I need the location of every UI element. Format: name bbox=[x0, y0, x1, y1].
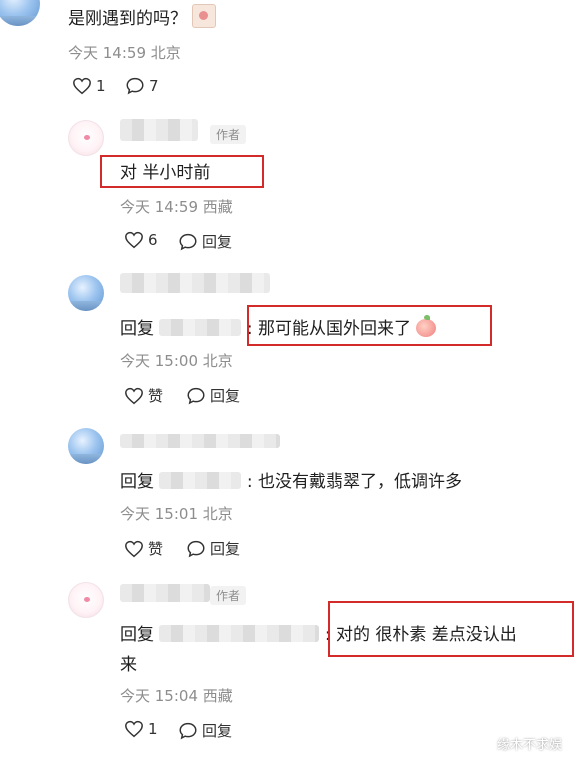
reply-label: 回复 bbox=[202, 722, 233, 740]
speech-bubble-icon bbox=[187, 387, 205, 404]
comment-time: 今天 15:00 北京 bbox=[120, 352, 233, 370]
reply-button[interactable]: 回复 bbox=[186, 385, 240, 406]
comment-text: 是刚遇到的吗？ bbox=[68, 4, 217, 29]
reply-prefix: 回复 bbox=[120, 319, 154, 339]
comment-text-content: 是刚遇到的吗？ bbox=[68, 9, 187, 29]
watermark: 缘木不求娱 bbox=[496, 738, 562, 753]
like-count: 6 bbox=[148, 231, 158, 249]
like-button[interactable]: 赞 bbox=[124, 538, 163, 559]
comment-time: 今天 15:01 北京 bbox=[120, 505, 233, 523]
like-label: 赞 bbox=[148, 540, 164, 558]
emoji-sticker-icon bbox=[192, 4, 217, 28]
highlight-box bbox=[100, 155, 264, 188]
author-badge: 作者 bbox=[210, 586, 247, 605]
replied-username-blurred[interactable] bbox=[159, 472, 242, 489]
speech-bubble-icon bbox=[179, 722, 197, 739]
like-count: 1 bbox=[148, 720, 158, 738]
speech-bubble-icon bbox=[179, 233, 197, 250]
avatar[interactable] bbox=[0, 0, 40, 26]
reply-prefix: 回复 bbox=[120, 625, 154, 645]
heart-outline-icon bbox=[125, 387, 143, 404]
username-blurred[interactable] bbox=[120, 434, 280, 448]
heart-outline-icon bbox=[125, 720, 143, 738]
replied-username-blurred[interactable] bbox=[159, 319, 242, 336]
comment-text-line-2: 来 bbox=[120, 655, 137, 675]
like-button[interactable]: 1 bbox=[124, 720, 158, 738]
comment-text-content: 也没有戴翡翠了，低调许多 bbox=[257, 472, 462, 492]
username-blurred[interactable] bbox=[120, 584, 210, 602]
reply-button[interactable]: 7 bbox=[125, 77, 159, 95]
author-badge: 作者 bbox=[210, 125, 247, 144]
comment-time: 今天 15:04 西藏 bbox=[120, 687, 233, 705]
reply-label: 回复 bbox=[210, 387, 241, 405]
speech-bubble-icon bbox=[126, 77, 144, 95]
username-blurred[interactable] bbox=[120, 273, 270, 293]
avatar[interactable] bbox=[68, 120, 104, 156]
comment-text: 回复 : 也没有戴翡翠了，低调许多 bbox=[120, 467, 462, 492]
reply-button[interactable]: 回复 bbox=[178, 720, 232, 741]
reply-count: 7 bbox=[149, 77, 159, 95]
avatar[interactable] bbox=[68, 582, 104, 618]
like-label: 赞 bbox=[148, 387, 164, 405]
username-blurred[interactable] bbox=[120, 119, 198, 141]
speech-bubble-icon bbox=[187, 540, 205, 557]
reply-button[interactable]: 回复 bbox=[178, 231, 232, 252]
reply-label: 回复 bbox=[202, 233, 233, 251]
like-button[interactable]: 1 bbox=[72, 77, 106, 95]
comment-time: 今天 14:59 北京 bbox=[68, 44, 181, 62]
reply-button[interactable]: 回复 bbox=[186, 538, 240, 559]
highlight-box bbox=[247, 305, 492, 346]
avatar[interactable] bbox=[68, 275, 104, 311]
heart-outline-icon bbox=[125, 231, 143, 249]
replied-username-blurred[interactable] bbox=[159, 625, 320, 642]
comment-time: 今天 14:59 西藏 bbox=[120, 198, 233, 216]
separator: : bbox=[246, 472, 253, 492]
heart-outline-icon bbox=[125, 540, 143, 557]
highlight-box bbox=[328, 601, 574, 657]
like-button[interactable]: 6 bbox=[124, 231, 158, 249]
reply-prefix: 回复 bbox=[120, 472, 154, 492]
like-count: 1 bbox=[96, 77, 106, 95]
avatar[interactable] bbox=[68, 428, 104, 464]
heart-outline-icon bbox=[73, 77, 91, 95]
reply-label: 回复 bbox=[210, 540, 241, 558]
like-button[interactable]: 赞 bbox=[124, 385, 163, 406]
